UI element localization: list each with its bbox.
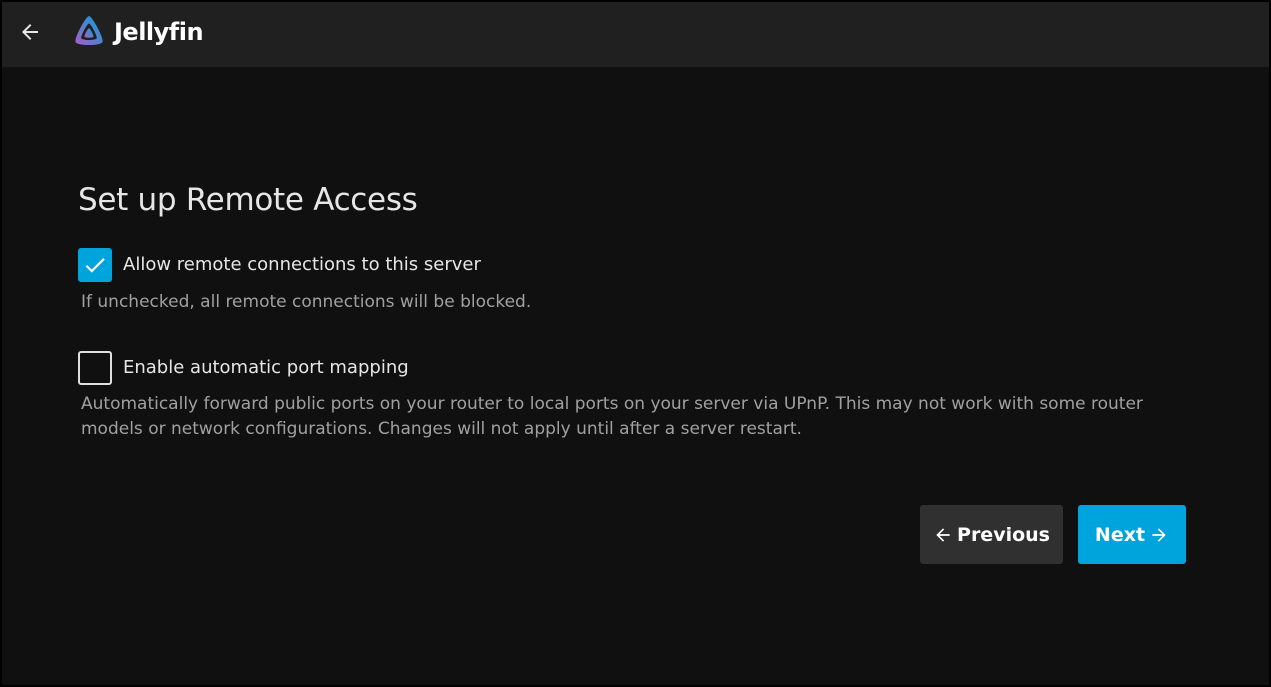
next-button[interactable]: Next (1078, 505, 1186, 564)
previous-button-label: Previous (957, 523, 1050, 546)
page-title: Set up Remote Access (78, 182, 418, 218)
next-button-label: Next (1094, 523, 1146, 546)
allow-remote-connections-label: Allow remote connections to this server (123, 254, 481, 275)
remote-access-form: Set up Remote Access Allow remote connec… (78, 180, 1188, 564)
arrow-right-icon (1152, 527, 1166, 542)
header-bar: Jellyfin (2, 2, 1269, 67)
previous-button[interactable]: Previous (920, 505, 1063, 564)
arrow-left-icon (22, 24, 38, 40)
allow-remote-connections-help: If unchecked, all remote connections wil… (81, 292, 532, 312)
logo-text: Jellyfin (114, 18, 204, 46)
automatic-port-mapping-label: Enable automatic port mapping (123, 357, 409, 378)
automatic-port-mapping-help: Automatically forward public ports on yo… (81, 394, 1143, 439)
allow-remote-connections-checkbox[interactable] (78, 248, 112, 282)
allow-remote-connections-option[interactable]: Allow remote connections to this server (78, 248, 481, 282)
logo[interactable]: Jellyfin (70, 12, 204, 52)
checkmark-icon (85, 258, 105, 273)
arrow-left-icon (936, 527, 950, 542)
back-button[interactable] (14, 16, 46, 48)
automatic-port-mapping-option[interactable]: Enable automatic port mapping (78, 351, 409, 385)
jellyfin-logo-icon (75, 16, 103, 45)
automatic-port-mapping-checkbox[interactable] (78, 351, 112, 385)
app-window: Jellyfin Set up Remote Access Allow remo… (0, 0, 1271, 687)
